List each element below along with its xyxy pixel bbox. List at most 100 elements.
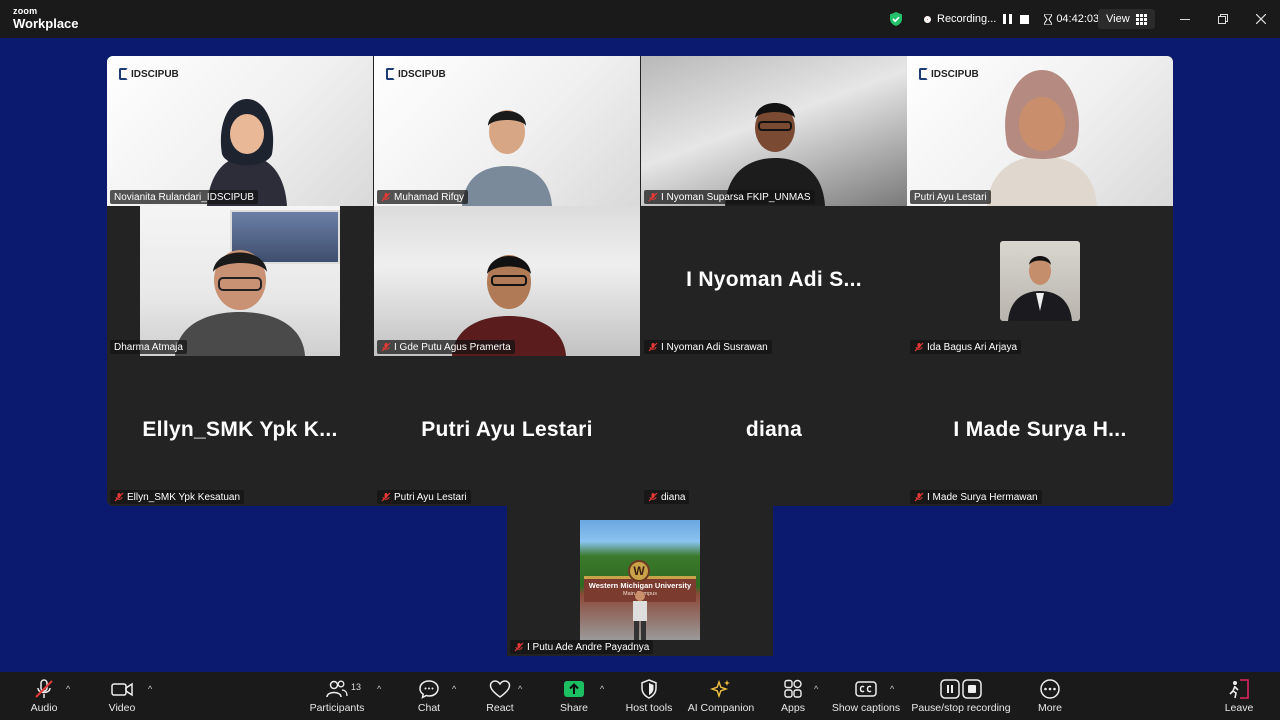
ai-companion-button[interactable]: AI Companion (686, 672, 756, 720)
sparkle-icon (710, 679, 730, 698)
participant-name-tag: Muhamad Rifqy (377, 190, 469, 204)
participant-name-tag: I Gde Putu Agus Pramerta (377, 340, 515, 354)
video-button[interactable]: Video (100, 672, 144, 720)
participant-name-tag: I Nyoman Adi Susrawan (644, 340, 772, 354)
participant-name-tag: I Nyoman Suparsa FKIP_UNMAS (644, 190, 815, 204)
react-label: React (486, 701, 514, 714)
university-seal: W (628, 560, 650, 582)
org-logo: IDSCIPUB (386, 68, 446, 80)
brand-zoom: zoom (13, 6, 38, 16)
participant-tile[interactable]: I Made Surya H... I Made Surya Hermawan (907, 356, 1173, 506)
participant-tile[interactable]: I Nyoman Suparsa FKIP_UNMAS (641, 56, 907, 206)
participant-tile[interactable]: diana diana (641, 356, 907, 506)
participant-video: W Western Michigan University Main Campu… (580, 520, 700, 640)
avatar-figure-icon (1008, 256, 1072, 321)
pause-stop-recording-label: Pause/stop recording (911, 701, 1011, 714)
chat-label: Chat (417, 701, 441, 714)
muted-mic-icon (648, 342, 658, 352)
pause-recording-icon[interactable] (1002, 14, 1013, 25)
participant-name-tag: I Made Surya Hermawan (910, 490, 1042, 504)
view-label: View (1106, 13, 1130, 25)
stop-recording-icon[interactable] (1019, 14, 1030, 25)
muted-mic-icon (648, 492, 658, 502)
participant-tile[interactable]: Putri Ayu Lestari Putri Ayu Lestari (374, 356, 640, 506)
close-icon[interactable] (1242, 0, 1280, 38)
participant-name-tag: I Putu Ade Andre Payadnya (510, 640, 654, 654)
ai-companion-label: AI Companion (687, 701, 755, 714)
participant-tile[interactable]: IDSCIPUB Muhamad Rifqy (374, 56, 640, 206)
host-tools-label: Host tools (625, 701, 673, 714)
muted-mic-icon (648, 192, 658, 202)
participant-name-tag: Novianita Rulandari_IDSCIPUB (110, 190, 259, 204)
audio-options-chevron-icon[interactable]: ^ (66, 684, 70, 694)
participant-tile[interactable]: Ellyn_SMK Ypk K... Ellyn_SMK Ypk Kesatua… (107, 356, 373, 506)
audio-label: Audio (30, 701, 58, 714)
participant-figure-icon (175, 250, 305, 356)
participant-display-name: diana (745, 418, 803, 441)
meeting-toolbar: Audio ^ Video ^ Participants 13 ^ Chat ^… (0, 672, 1280, 720)
grid-icon (1135, 13, 1147, 25)
apps-options-chevron-icon[interactable]: ^ (814, 684, 818, 694)
react-button[interactable]: React (480, 672, 520, 720)
apps-button[interactable]: Apps (774, 672, 812, 720)
chat-button[interactable]: Chat (410, 672, 448, 720)
leave-door-icon (1229, 678, 1249, 699)
muted-mic-icon (114, 492, 124, 502)
restore-icon[interactable] (1204, 0, 1242, 38)
participant-tile[interactable]: I Gde Putu Agus Pramerta (374, 206, 640, 356)
view-button[interactable]: View (1098, 9, 1155, 29)
muted-mic-icon (914, 492, 924, 502)
org-logo: IDSCIPUB (119, 68, 179, 80)
share-screen-icon (564, 680, 584, 697)
muted-mic-icon (381, 492, 391, 502)
recording-label: Recording... (937, 13, 997, 25)
participant-figure-icon (452, 255, 566, 356)
participants-options-chevron-icon[interactable]: ^ (377, 684, 381, 694)
participants-button[interactable]: Participants (306, 672, 368, 720)
muted-mic-icon (914, 342, 924, 352)
participants-label: Participants (309, 701, 365, 714)
chat-options-chevron-icon[interactable]: ^ (452, 684, 456, 694)
share-label: Share (559, 701, 589, 714)
muted-mic-icon (381, 342, 391, 352)
share-options-chevron-icon[interactable]: ^ (600, 684, 604, 694)
participant-name-tag: Putri Ayu Lestari (910, 190, 991, 204)
host-tools-button[interactable]: Host tools (622, 672, 676, 720)
shield-icon (641, 678, 657, 699)
participant-display-name: I Nyoman Adi S... (686, 268, 862, 291)
participant-figure-icon (633, 591, 647, 640)
title-bar: zoom Workplace Recording... 04:42:03 Vie… (0, 0, 1280, 38)
muted-mic-icon (381, 192, 391, 202)
participant-tile[interactable]: Dharma Atmaja (107, 206, 373, 356)
pause-stop-recording-button[interactable]: Pause/stop recording (908, 672, 1014, 720)
participant-tile[interactable]: IDSCIPUB Novianita Rulandari_IDSCIPUB (107, 56, 373, 206)
video-label: Video (108, 701, 136, 714)
more-button[interactable]: More (1030, 672, 1070, 720)
hourglass-icon (1044, 13, 1053, 25)
minimize-icon[interactable] (1166, 0, 1204, 38)
avatar (1000, 241, 1080, 321)
brand-workplace: Workplace (13, 16, 79, 31)
participant-display-name: I Made Surya H... (953, 418, 1127, 441)
participant-name-tag: Dharma Atmaja (110, 340, 187, 354)
window-controls (1166, 0, 1280, 38)
react-options-chevron-icon[interactable]: ^ (518, 684, 522, 694)
video-options-chevron-icon[interactable]: ^ (148, 684, 152, 694)
captions-options-chevron-icon[interactable]: ^ (890, 684, 894, 694)
encryption-shield-icon[interactable] (888, 11, 904, 27)
audio-button[interactable]: Audio (22, 672, 66, 720)
participant-tile[interactable]: IDSCIPUB Putri Ayu Lestari (907, 56, 1173, 206)
participant-name-tag: diana (644, 490, 690, 504)
participant-tile[interactable]: W Western Michigan University Main Campu… (507, 506, 773, 656)
participant-tile[interactable]: Ida Bagus Ari Arjaya (907, 206, 1173, 356)
participant-name-tag: Ida Bagus Ari Arjaya (910, 340, 1022, 354)
leave-button[interactable]: Leave (1220, 672, 1258, 720)
show-captions-button[interactable]: Show captions (830, 672, 902, 720)
participant-name-tag: Putri Ayu Lestari (377, 490, 471, 504)
participants-count: 13 (351, 682, 362, 692)
apps-grid-icon (784, 679, 802, 698)
share-button[interactable]: Share (554, 672, 594, 720)
participant-display-name: Putri Ayu Lestari (421, 418, 593, 441)
participant-tile[interactable]: I Nyoman Adi S... I Nyoman Adi Susrawan (641, 206, 907, 356)
participant-name-tag: Ellyn_SMK Ypk Kesatuan (110, 490, 245, 504)
